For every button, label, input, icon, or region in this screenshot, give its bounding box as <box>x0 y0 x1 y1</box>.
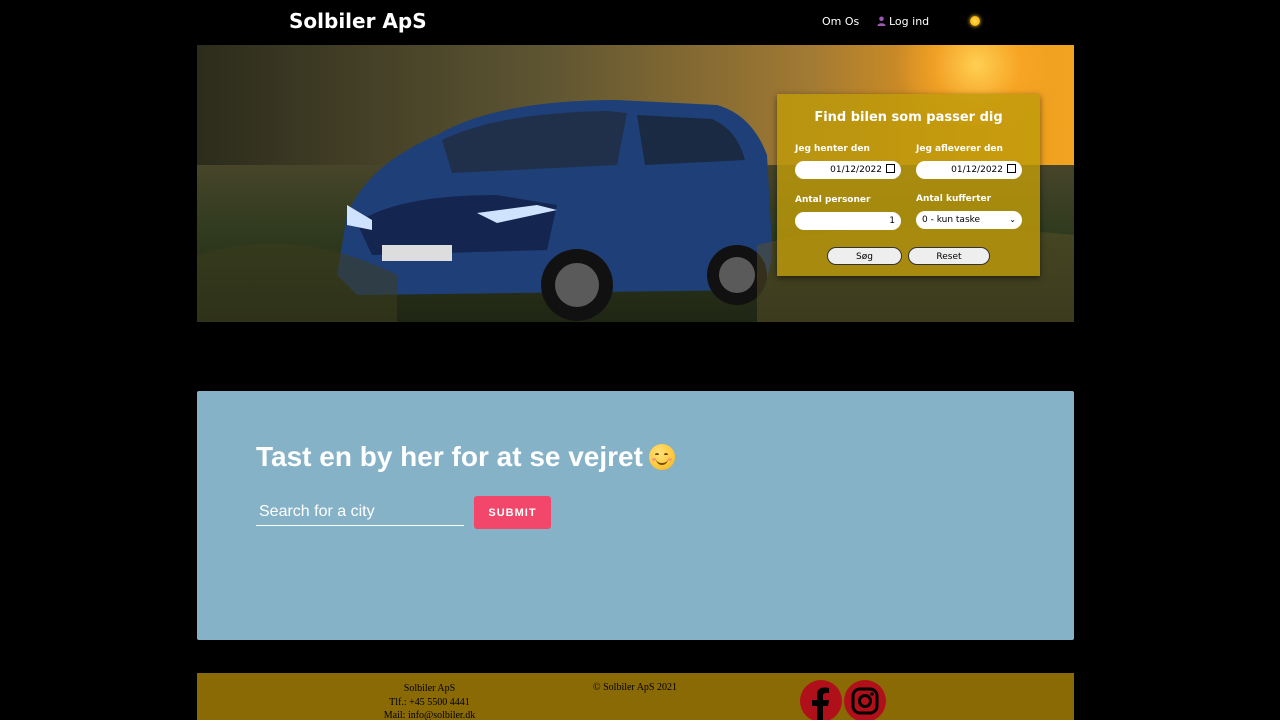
footer-phone: Tlf.: +45 5500 4441 <box>389 696 470 708</box>
pickup-date-value: 01/12/2022 <box>830 165 882 175</box>
calendar-icon[interactable] <box>1007 164 1016 173</box>
city-search-input[interactable] <box>256 498 464 526</box>
facebook-icon[interactable] <box>800 680 842 720</box>
suitcases-select[interactable]: 0 - kun taske ⌄ <box>916 211 1022 229</box>
weather-title-text: Tast en by her for at se vejret <box>256 441 643 472</box>
brand-logo[interactable]: Solbiler ApS <box>289 9 427 33</box>
footer-mail[interactable]: Mail: info@solbiler.dk <box>367 709 492 720</box>
pickup-date-input[interactable]: 01/12/2022 <box>795 161 901 179</box>
sun-icon[interactable] <box>970 16 980 26</box>
persons-label: Antal personer <box>795 195 871 205</box>
car-search-panel: Find bilen som passer dig Jeg henter den… <box>777 94 1040 276</box>
weather-title: Tast en by her for at se vejret <box>256 441 675 473</box>
weather-section: Tast en by her for at se vejret SUBMIT <box>197 391 1074 640</box>
pickup-date-label: Jeg henter den <box>795 144 870 154</box>
instagram-icon[interactable] <box>844 680 886 720</box>
hero-banner: Find bilen som passer dig Jeg henter den… <box>197 45 1074 322</box>
calendar-icon[interactable] <box>886 164 895 173</box>
dropoff-date-input[interactable]: 01/12/2022 <box>916 161 1022 179</box>
suitcases-value: 0 - kun taske <box>922 215 981 225</box>
search-button[interactable]: Søg <box>827 247 902 265</box>
footer-contact: Solbiler ApS Tlf.: +45 5500 4441 Mail: i… <box>367 682 492 720</box>
nav-login-link[interactable]: Log ind <box>877 15 929 28</box>
dropoff-date-label: Jeg afleverer den <box>916 144 1003 154</box>
smiling-face-icon <box>648 444 675 470</box>
footer: Solbiler ApS Tlf.: +45 5500 4441 Mail: i… <box>197 673 1074 720</box>
submit-button[interactable]: SUBMIT <box>474 496 551 529</box>
nav-about-link[interactable]: Om Os <box>822 15 859 28</box>
footer-company: Solbiler ApS <box>403 683 456 694</box>
reset-button[interactable]: Reset <box>908 247 990 265</box>
nav-login-label: Log ind <box>889 15 930 28</box>
dropoff-date-value: 01/12/2022 <box>951 165 1003 175</box>
top-navbar: Solbiler ApS Om Os Log ind <box>0 0 1280 45</box>
search-panel-title: Find bilen som passer dig <box>814 110 1003 125</box>
user-icon <box>877 16 886 26</box>
chevron-down-icon: ⌄ <box>1009 215 1016 224</box>
persons-input[interactable]: 1 <box>795 212 901 230</box>
suitcases-label: Antal kufferter <box>916 194 992 204</box>
persons-value: 1 <box>889 216 895 226</box>
footer-copyright: © Solbiler ApS 2021 <box>593 682 677 693</box>
